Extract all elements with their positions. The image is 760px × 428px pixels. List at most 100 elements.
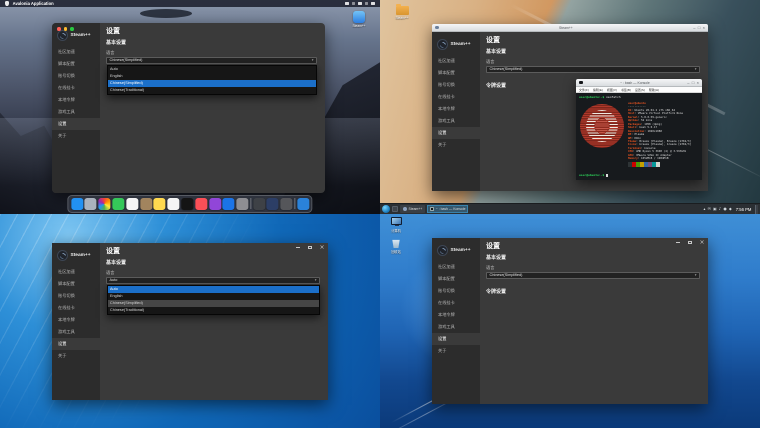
nav-item[interactable]: 本地令牌 (52, 314, 100, 326)
dropdown-option[interactable]: Chinese(Simplified) (108, 300, 319, 307)
nav-item-about[interactable]: 关于 (432, 345, 480, 357)
dropdown-option[interactable]: Chinese(Traditional) (108, 87, 316, 94)
nav-item[interactable]: 在线挂卡 (432, 297, 480, 309)
nav-item[interactable]: 游戏工具 (432, 115, 480, 127)
computer-desktop-icon[interactable]: 计算机 (384, 217, 408, 233)
finder-icon[interactable] (71, 198, 83, 210)
dock-divider[interactable] (250, 198, 251, 209)
dock-divider[interactable] (294, 198, 295, 209)
tray-mail-icon[interactable]: ✉ (708, 207, 711, 211)
nav-item[interactable]: 脚本配置 (432, 67, 480, 79)
dropdown-option[interactable]: English (108, 73, 316, 80)
nav-item-settings[interactable]: 设置 (52, 338, 100, 350)
tray-battery-icon[interactable]: ◆ (729, 207, 732, 211)
nav-item[interactable]: 脚本配置 (52, 278, 100, 290)
tray-arrow-icon[interactable]: ▴ (703, 207, 705, 211)
nav-item-settings[interactable]: 设置 (52, 118, 100, 130)
recycle-bin-glyph[interactable] (392, 239, 400, 248)
desktop-folder-icon[interactable]: Steam++ (392, 6, 412, 20)
konsole-titlebar[interactable]: ~ : bash — Konsole – □ × (576, 79, 702, 87)
minimize-button[interactable]: – (687, 81, 689, 85)
nav-item[interactable]: 账号切换 (432, 285, 480, 297)
dropdown-option[interactable]: Chinese(Traditional) (108, 307, 319, 314)
menu-item[interactable]: 书签(B) (621, 88, 631, 92)
steampp-app-icon[interactable] (353, 11, 365, 23)
tray-clipboard-icon[interactable]: ▣ (713, 207, 717, 211)
battery-icon[interactable] (345, 2, 349, 5)
nav-item[interactable]: 游戏工具 (52, 106, 100, 118)
nav-item[interactable]: 在线挂卡 (432, 91, 480, 103)
nav-item[interactable]: 账号切换 (52, 70, 100, 82)
nav-item[interactable]: 本地令牌 (432, 309, 480, 321)
control-center-icon[interactable] (365, 2, 369, 5)
minimize-button[interactable] (672, 238, 684, 247)
menubar-app-name[interactable]: Avalonia Application (13, 1, 54, 6)
taskbar-button-steampp[interactable]: Steam++ (400, 205, 425, 214)
menu-item[interactable]: 帮助(H) (649, 88, 659, 92)
nav-item-about[interactable]: 关于 (432, 139, 480, 151)
contacts-icon[interactable] (140, 198, 152, 210)
menu-item[interactable]: 编辑(E) (593, 88, 603, 92)
minimize-button[interactable] (64, 27, 68, 31)
folder-icon[interactable] (396, 6, 409, 15)
show-desktop-icon[interactable] (392, 206, 398, 212)
nav-item[interactable]: 账号切换 (52, 290, 100, 302)
minimized-window-icon[interactable] (297, 198, 309, 210)
nav-item[interactable]: 在线挂卡 (52, 302, 100, 314)
recycle-bin-icon[interactable]: 回收站 (384, 239, 408, 254)
nav-item[interactable]: 脚本配置 (52, 58, 100, 70)
zoom-button[interactable] (70, 27, 74, 31)
dropdown-option[interactable]: Auto (108, 66, 316, 73)
nav-item[interactable]: 游戏工具 (52, 326, 100, 338)
tv-icon[interactable] (181, 198, 193, 210)
nav-item[interactable]: 账号切换 (432, 79, 480, 91)
language-combobox[interactable]: Chinese(Simplified) ▾ (486, 272, 700, 279)
search-icon[interactable] (358, 2, 362, 5)
close-button[interactable]: × (316, 243, 328, 252)
menu-item[interactable]: 视图(V) (607, 88, 617, 92)
messages-icon[interactable] (112, 198, 124, 210)
maximize-button[interactable] (304, 243, 316, 252)
nav-item-settings[interactable]: 设置 (432, 333, 480, 345)
downloads-folder-icon[interactable] (253, 198, 265, 210)
maximize-button[interactable]: □ (698, 26, 700, 30)
podcasts-icon[interactable] (209, 198, 221, 210)
nav-item[interactable]: 本地令牌 (432, 103, 480, 115)
nav-item[interactable]: 本地令牌 (52, 94, 100, 106)
language-combobox[interactable]: Chinese(Simplified) ▾ AutoEnglishChinese… (106, 57, 317, 64)
tray-network-icon[interactable]: ● (723, 207, 726, 211)
nav-item-about[interactable]: 关于 (52, 350, 100, 362)
nav-item[interactable]: 社区加速 (52, 266, 100, 278)
dropdown-option[interactable]: Auto (108, 286, 319, 293)
menu-item[interactable]: 设置(S) (635, 88, 645, 92)
nav-item[interactable]: 社区加速 (432, 261, 480, 273)
nav-item-settings[interactable]: 设置 (432, 127, 480, 139)
language-combobox[interactable]: Chinese(Simplified) ▾ (486, 66, 700, 73)
taskbar-clock[interactable]: 7:56 PM (736, 207, 752, 212)
music-icon[interactable] (195, 198, 207, 210)
dropdown-option[interactable]: Chinese(Simplified) (108, 80, 316, 87)
launchpad-icon[interactable] (85, 198, 97, 210)
notes-icon[interactable] (154, 198, 166, 210)
terminal-body[interactable]: user@ubuntu:~$ neofetch user@ubuntu ----… (576, 93, 702, 180)
minimize-button[interactable] (292, 243, 304, 252)
siri-icon[interactable] (371, 2, 375, 5)
close-button[interactable]: × (703, 26, 705, 30)
trash-icon[interactable] (281, 198, 293, 210)
computer-icon[interactable] (391, 217, 402, 225)
nav-item[interactable]: 社区加速 (52, 46, 100, 58)
steampp-dock-icon[interactable] (267, 198, 279, 210)
taskbar-button-konsole[interactable]: ~ : bash — Konsole (427, 205, 468, 214)
maximize-button[interactable]: □ (692, 81, 694, 85)
show-desktop-strip[interactable] (755, 205, 758, 214)
system-preferences-icon[interactable] (237, 198, 249, 210)
menu-item[interactable]: 文件(F) (579, 88, 589, 92)
start-button[interactable] (382, 205, 390, 213)
tray-volume-icon[interactable]: ♪ (719, 207, 721, 211)
desktop-app-icon[interactable]: Steam++ (349, 11, 369, 28)
close-button[interactable]: × (696, 238, 708, 247)
dropdown-option[interactable]: English (108, 293, 319, 300)
nav-item[interactable]: 游戏工具 (432, 321, 480, 333)
language-combobox[interactable]: Auto ▾ AutoEnglishChinese(Simplified)Chi… (106, 277, 320, 284)
minimize-button[interactable]: – (693, 26, 695, 30)
